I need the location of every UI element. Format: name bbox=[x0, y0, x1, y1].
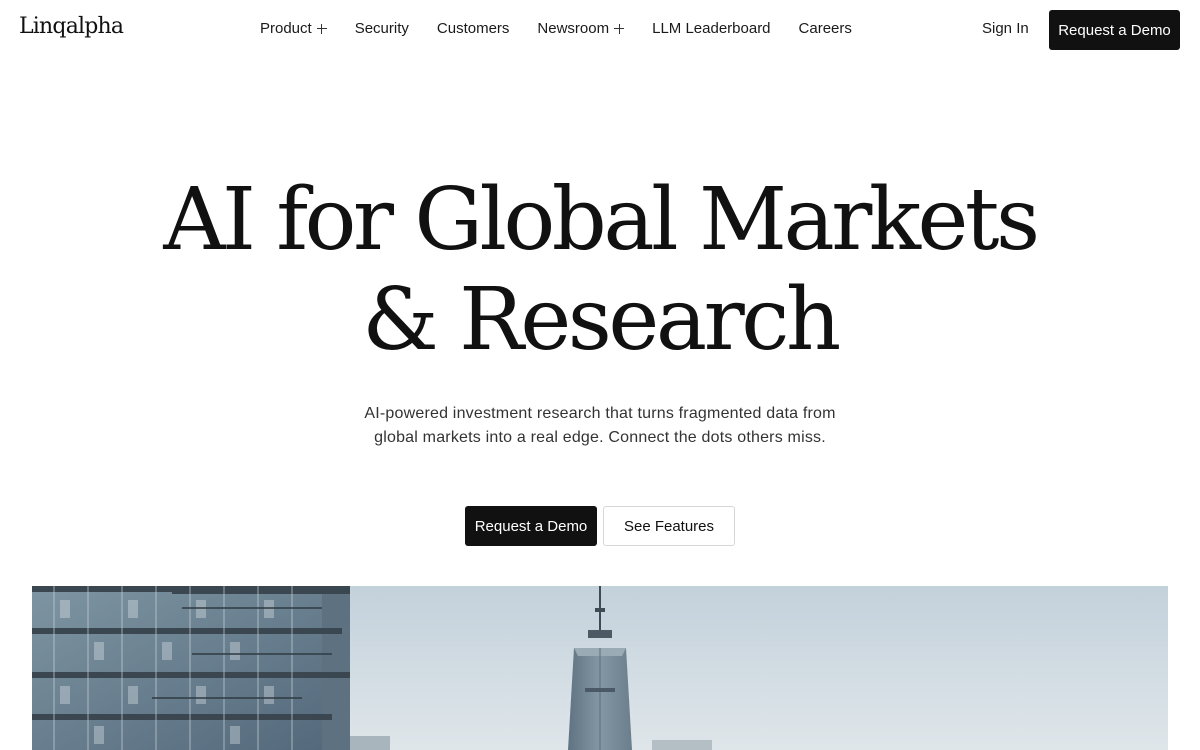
hero-subtitle: AI-powered investment research that turn… bbox=[364, 405, 836, 446]
nav-item-label: Product bbox=[260, 20, 312, 37]
hero-city-image bbox=[32, 586, 1168, 750]
hero-title-line-2: & Research bbox=[362, 270, 841, 370]
plus-icon bbox=[316, 23, 327, 34]
see-features-button[interactable]: See Features bbox=[603, 506, 735, 546]
nav-item-label: Newsroom bbox=[537, 20, 610, 37]
site-header: Linqalpha Product Security Customers New… bbox=[0, 0, 1200, 60]
nav-item-llm-leaderboard[interactable]: LLM Leaderboard bbox=[652, 20, 770, 37]
nav-item-newsroom[interactable]: Newsroom bbox=[537, 20, 625, 37]
nav-item-label: Customers bbox=[436, 20, 510, 37]
nav-item-label: LLM Leaderboard bbox=[652, 20, 771, 37]
nav-item-security[interactable]: Security bbox=[355, 20, 409, 37]
hero-title: AI for Global Markets & Research bbox=[0, 170, 1200, 370]
request-demo-button[interactable]: Request a Demo bbox=[1049, 10, 1180, 50]
nav-item-label: Security bbox=[354, 20, 409, 37]
plus-icon bbox=[614, 23, 625, 34]
nav-item-careers[interactable]: Careers bbox=[799, 20, 852, 37]
hero-request-demo-button[interactable]: Request a Demo bbox=[465, 506, 597, 546]
sign-in-link[interactable]: Sign In bbox=[982, 20, 1029, 37]
hero-title-line-1: AI for Global Markets bbox=[163, 170, 1040, 270]
logo[interactable]: Linqalpha bbox=[19, 14, 124, 39]
main-nav: Product Security Customers Newsroom LLM … bbox=[260, 20, 880, 37]
city-skyline-illustration bbox=[32, 586, 1168, 750]
nav-item-product[interactable]: Product bbox=[260, 20, 327, 37]
hero-cta-group: Request a Demo See Features bbox=[465, 506, 735, 546]
nav-item-customers[interactable]: Customers bbox=[437, 20, 510, 37]
nav-item-label: Careers bbox=[798, 20, 852, 37]
